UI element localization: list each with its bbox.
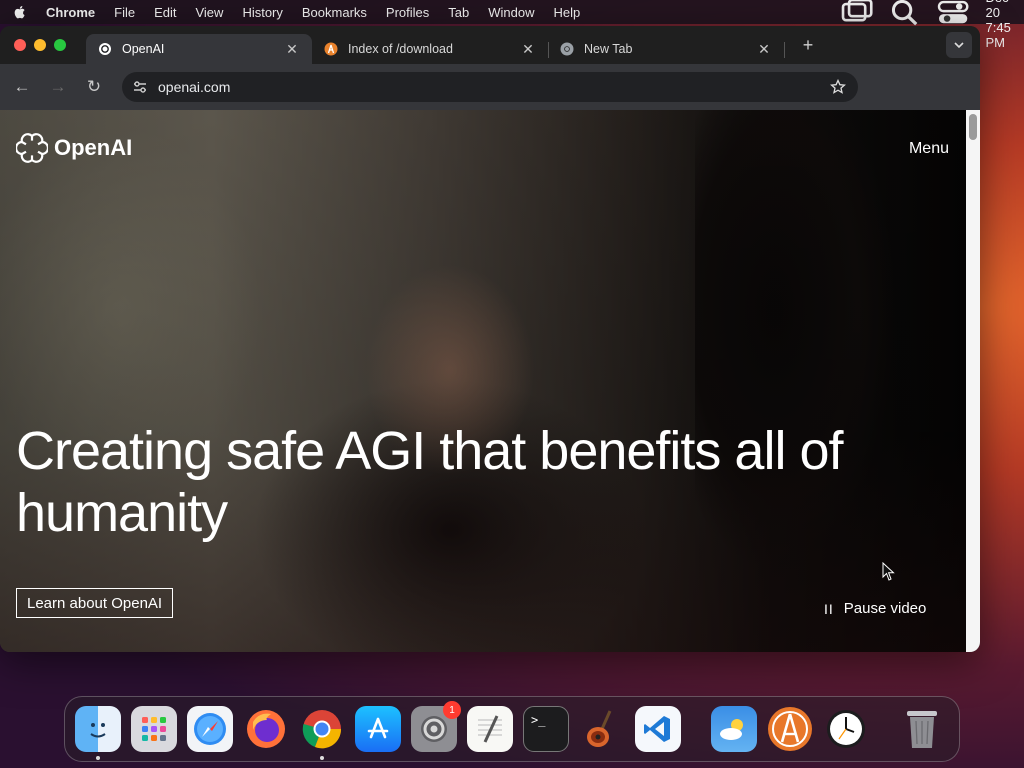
chrome-favicon [560, 42, 574, 56]
menu-history[interactable]: History [242, 5, 282, 20]
openai-logo[interactable]: OpenAI [16, 132, 132, 164]
scrollbar-thumb[interactable] [969, 114, 977, 140]
reload-icon[interactable]: ↻ [76, 77, 112, 97]
window-controls [14, 39, 66, 51]
menu-edit[interactable]: Edit [154, 5, 176, 20]
pause-video-button[interactable]: II Pause video [824, 600, 926, 617]
control-center-icon[interactable] [937, 0, 969, 26]
tab-search-button[interactable] [946, 32, 972, 58]
bookmark-star-icon[interactable] [830, 79, 846, 95]
site-info-icon[interactable] [132, 79, 148, 95]
browser-window: OpenAI ✕ Index of /download ✕ New Tab ✕ … [0, 26, 980, 652]
trash-icon[interactable] [899, 706, 945, 752]
anaconda-icon[interactable] [767, 706, 813, 752]
menu-tab[interactable]: Tab [448, 5, 469, 20]
tab-label: Index of /download [348, 42, 453, 56]
new-tab-plus-icon[interactable]: + [798, 35, 818, 56]
zoom-window-button[interactable] [54, 39, 66, 51]
back-arrow-icon[interactable]: ← [4, 77, 40, 97]
hero-video-background [0, 110, 966, 652]
visual-studio-code-icon[interactable] [635, 706, 681, 752]
browser-toolbar: ← → ↻ openai.com [0, 64, 980, 110]
close-tab-icon[interactable]: ✕ [520, 41, 536, 58]
menu-bookmarks[interactable]: Bookmarks [302, 5, 367, 20]
launchpad-icon[interactable] [131, 706, 177, 752]
download-favicon [324, 42, 338, 56]
tab-index-download[interactable]: Index of /download ✕ [312, 34, 549, 64]
firefox-icon[interactable] [243, 706, 289, 752]
menu-bar-clock[interactable]: Wed Dec 20 7:45 PM [986, 0, 1013, 50]
textedit-icon[interactable] [467, 706, 513, 752]
menu-app-name[interactable]: Chrome [46, 5, 95, 20]
terminal-icon[interactable]: >_ [523, 706, 569, 752]
url-text[interactable]: openai.com [158, 79, 230, 95]
page-scrollbar[interactable] [966, 110, 980, 652]
pause-video-label: Pause video [843, 600, 927, 617]
tab-label: New Tab [584, 42, 633, 56]
tab-separator [784, 42, 785, 58]
close-tab-icon[interactable]: ✕ [284, 41, 300, 58]
spotlight-search-icon[interactable] [889, 0, 921, 26]
mouse-cursor-icon [882, 562, 895, 581]
hero-headline: Creating safe AGI that benefits all of h… [16, 421, 844, 543]
notification-badge: 1 [443, 701, 461, 719]
clock-icon[interactable] [823, 706, 869, 752]
learn-about-openai-button[interactable]: Learn about OpenAI [16, 588, 174, 618]
minimize-window-button[interactable] [34, 39, 46, 51]
forward-arrow-icon[interactable]: → [40, 77, 76, 97]
app-store-icon[interactable] [355, 706, 401, 752]
openai-favicon [99, 43, 111, 55]
menu-profiles[interactable]: Profiles [386, 5, 429, 20]
weather-icon[interactable] [711, 706, 757, 752]
system-settings-icon[interactable]: 1 [411, 701, 461, 752]
garageband-icon[interactable] [579, 706, 625, 752]
safari-icon[interactable] [187, 706, 233, 752]
menu-bar: Chrome File Edit View History Bookmarks … [0, 0, 1024, 50]
tab-strip: OpenAI ✕ Index of /download ✕ New Tab ✕ … [0, 26, 980, 64]
menu-window[interactable]: Window [488, 5, 534, 20]
close-window-button[interactable] [14, 39, 26, 51]
running-indicator [96, 756, 100, 760]
close-tab-icon[interactable]: ✕ [756, 41, 772, 58]
apple-menu-icon[interactable] [12, 4, 28, 20]
menu-view[interactable]: View [195, 5, 223, 20]
openai-logo-icon [16, 133, 48, 163]
tab-openai[interactable]: OpenAI ✕ [86, 34, 312, 64]
logo-text: OpenAI [54, 135, 133, 160]
tab-label: OpenAI [122, 42, 165, 56]
pause-icon: II [824, 600, 834, 617]
page-viewport: OpenAI Menu Creating safe AGI that benef… [0, 110, 966, 652]
tab-new-tab[interactable]: New Tab ✕ [548, 34, 785, 64]
chevron-down-icon [954, 42, 964, 49]
running-indicator [320, 756, 324, 760]
menu-file[interactable]: File [114, 5, 135, 20]
chrome-icon[interactable] [299, 706, 345, 760]
menu-button[interactable]: Menu [909, 140, 949, 158]
address-bar[interactable]: openai.com [122, 72, 858, 102]
menu-help[interactable]: Help [554, 5, 581, 20]
dock: 1 >_ [64, 696, 960, 762]
screen-mirroring-icon[interactable] [841, 0, 873, 26]
finder-icon[interactable] [75, 706, 121, 760]
